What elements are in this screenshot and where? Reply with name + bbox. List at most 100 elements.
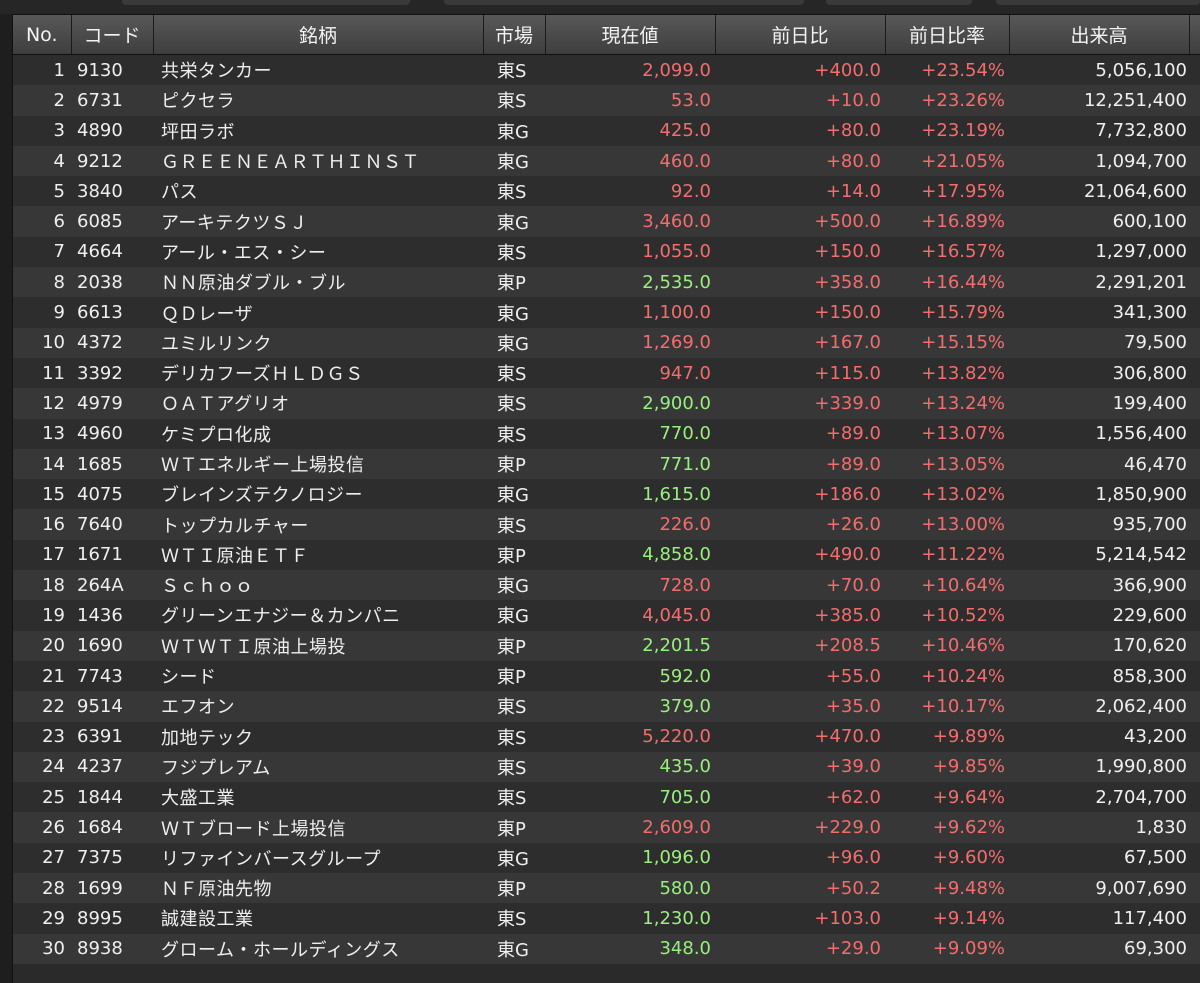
table-row[interactable]: 16 7640 トップカルチャー 東S 226.0 +26.0 +13.00% 935,700 bbox=[13, 509, 1200, 540]
cell-spacer bbox=[1189, 509, 1200, 540]
table-row[interactable]: 9 6613 ＱＤレーザ 東G 1,100.0 +150.0 +15.79% 341,300 bbox=[13, 297, 1200, 328]
table-row[interactable]: 14 1685 ＷＴエネルギー上場投信 東P 771.0 +89.0 +13.05% 46,4… bbox=[13, 448, 1200, 480]
table-row[interactable]: 2 6731 ピクセラ 東S 53.0 +10.0 +23.26% 12,251,400 bbox=[13, 85, 1200, 116]
cell-change-pct: +16.89% bbox=[885, 206, 1009, 237]
cell-market: 東G bbox=[483, 570, 545, 601]
table-row[interactable]: 5 3840 パス 東S 92.0 +14.0 +17.95% 21,064,600 bbox=[13, 176, 1200, 207]
cell-volume: 341,300 bbox=[1009, 297, 1189, 328]
cell-market: 東G bbox=[483, 479, 545, 510]
cell-price: 348.0 bbox=[545, 933, 715, 964]
cell-spacer bbox=[1189, 539, 1200, 571]
cell-market: 東S bbox=[483, 85, 545, 116]
table-row[interactable]: 18 264A Ｓｃｈｏｏ 東G 728.0 +70.0 +10.64% 366,900 bbox=[13, 570, 1200, 601]
cell-change: +14.0 bbox=[715, 176, 885, 207]
header-change[interactable]: 前日比 bbox=[715, 15, 886, 55]
cell-change: +39.0 bbox=[715, 751, 885, 783]
table-row[interactable]: 20 1690 ＷＴＷＴＩ原油上場投 東P 2,201.5 +208.5 +10.46% 17… bbox=[13, 630, 1200, 661]
cell-change: +470.0 bbox=[715, 721, 885, 752]
table-row[interactable]: 21 7743 シード 東P 592.0 +55.0 +10.24% 858,300 bbox=[13, 660, 1200, 692]
cell-no: 11 bbox=[13, 357, 71, 389]
cell-name: 共栄タンカー bbox=[153, 54, 483, 86]
toolbar-tab[interactable] bbox=[444, 0, 804, 5]
cell-code: 2038 bbox=[71, 267, 153, 298]
table-row[interactable]: 24 4237 フジプレアム 東S 435.0 +39.0 +9.85% 1,990,800 bbox=[13, 751, 1200, 783]
cell-name: ケミプロ化成 bbox=[153, 418, 483, 449]
header-code[interactable]: コード bbox=[71, 15, 154, 55]
table-row[interactable]: 28 1699 ＮＦ原油先物 東P 580.0 +50.2 +9.48% 9,007,690 bbox=[13, 873, 1200, 904]
cell-code: 1699 bbox=[71, 873, 153, 904]
cell-price: 1,615.0 bbox=[545, 479, 715, 510]
cell-name: シード bbox=[153, 660, 483, 692]
header-volume[interactable]: 出来高 bbox=[1009, 15, 1190, 55]
header-no[interactable]: No. bbox=[13, 15, 72, 55]
table-row[interactable]: 13 4960 ケミプロ化成 東S 770.0 +89.0 +13.07% 1,556,400 bbox=[13, 418, 1200, 449]
table-row[interactable]: 15 4075 ブレインズテクノロジー 東G 1,615.0 +186.0 +13.02% 1… bbox=[13, 479, 1200, 510]
table-row[interactable]: 4 9212 ＧＲＥＥＮＥＡＲＴＨＩＮＳＴ 東G 460.0 +80.0 +21.05% 1,… bbox=[13, 145, 1200, 177]
header-price[interactable]: 現在値 bbox=[545, 15, 716, 55]
cell-price: 947.0 bbox=[545, 357, 715, 389]
cell-no: 20 bbox=[13, 630, 71, 661]
cell-name: ＮＦ原油先物 bbox=[153, 873, 483, 904]
toolbar-tab[interactable] bbox=[996, 0, 1200, 5]
table-row[interactable]: 10 4372 ユミルリンク 東G 1,269.0 +167.0 +15.15% 79,500 bbox=[13, 327, 1200, 358]
cell-market: 東G bbox=[483, 297, 545, 328]
cell-code: 7640 bbox=[71, 509, 153, 540]
cell-code: 7743 bbox=[71, 660, 153, 692]
cell-no: 5 bbox=[13, 176, 71, 207]
cell-spacer bbox=[1189, 388, 1200, 419]
cell-spacer bbox=[1189, 903, 1200, 934]
toolbar-tab[interactable] bbox=[826, 0, 972, 5]
cell-change: +229.0 bbox=[715, 812, 885, 843]
cell-market: 東G bbox=[483, 145, 545, 177]
toolbar-tab[interactable] bbox=[122, 0, 410, 5]
cell-volume: 1,830 bbox=[1009, 812, 1189, 843]
cell-price: 592.0 bbox=[545, 660, 715, 692]
cell-name: グリーンエナジー＆カンパニ bbox=[153, 600, 483, 631]
header-change-pct[interactable]: 前日比率 bbox=[885, 15, 1010, 55]
cell-market: 東G bbox=[483, 933, 545, 964]
cell-change-pct: +15.79% bbox=[885, 297, 1009, 328]
header-market[interactable]: 市場 bbox=[483, 15, 546, 55]
table-row[interactable]: 26 1684 ＷＴブロード上場投信 東P 2,609.0 +229.0 +9.62% 1,8… bbox=[13, 812, 1200, 843]
cell-market: 東G bbox=[483, 600, 545, 631]
cell-no: 10 bbox=[13, 327, 71, 358]
cell-code: 3392 bbox=[71, 357, 153, 389]
table-row[interactable]: 6 6085 アーキテクツＳＪ 東G 3,460.0 +500.0 +16.89% 600,1… bbox=[13, 206, 1200, 237]
table-row[interactable]: 27 7375 リファインバースグループ 東G 1,096.0 +96.0 +9.60% 67… bbox=[13, 842, 1200, 874]
cell-market: 東P bbox=[483, 539, 545, 571]
cell-price: 2,609.0 bbox=[545, 812, 715, 843]
cell-no: 21 bbox=[13, 660, 71, 692]
table-row[interactable]: 19 1436 グリーンエナジー＆カンパニ 東G 4,045.0 +385.0 +10.52… bbox=[13, 600, 1200, 631]
cell-change-pct: +9.09% bbox=[885, 933, 1009, 964]
cell-market: 東P bbox=[483, 630, 545, 661]
cell-change: +208.5 bbox=[715, 630, 885, 661]
header-name[interactable]: 銘柄 bbox=[153, 15, 484, 55]
cell-volume: 9,007,690 bbox=[1009, 873, 1189, 904]
cell-code: 6731 bbox=[71, 85, 153, 116]
table-row[interactable]: 17 1671 ＷＴＩ原油ＥＴＦ 東P 4,858.0 +490.0 +11.22% 5,21… bbox=[13, 539, 1200, 571]
cell-spacer bbox=[1189, 933, 1200, 964]
table-row[interactable]: 12 4979 ＯＡＴアグリオ 東S 2,900.0 +339.0 +13.24% 199,4… bbox=[13, 388, 1200, 419]
table-row[interactable]: 7 4664 アール・エス・シー 東S 1,055.0 +150.0 +16.57% 1,29… bbox=[13, 236, 1200, 268]
cell-name: 坪田ラボ bbox=[153, 115, 483, 146]
cell-market: 東G bbox=[483, 206, 545, 237]
cell-no: 14 bbox=[13, 448, 71, 480]
table-row[interactable]: 25 1844 大盛工業 東S 705.0 +62.0 +9.64% 2,704,700 bbox=[13, 782, 1200, 813]
table-row[interactable]: 11 3392 デリカフーズＨＬＤＧＳ 東S 947.0 +115.0 +13.82% 306… bbox=[13, 357, 1200, 389]
cell-change-pct: +9.85% bbox=[885, 751, 1009, 783]
table-row[interactable]: 8 2038 ＮＮ原油ダブル・ブル 東P 2,535.0 +358.0 +16.44% 2,2… bbox=[13, 267, 1200, 298]
table-row[interactable]: 29 8995 誠建設工業 東S 1,230.0 +103.0 +9.14% 117,400 bbox=[13, 903, 1200, 934]
cell-change: +490.0 bbox=[715, 539, 885, 571]
table-row[interactable]: 3 4890 坪田ラボ 東G 425.0 +80.0 +23.19% 7,732,800 bbox=[13, 115, 1200, 146]
cell-no: 15 bbox=[13, 479, 71, 510]
cell-price: 1,230.0 bbox=[545, 903, 715, 934]
table-row[interactable]: 1 9130 共栄タンカー 東S 2,099.0 +400.0 +23.54% 5,056,1… bbox=[13, 54, 1200, 86]
cell-change: +400.0 bbox=[715, 54, 885, 86]
cell-price: 4,045.0 bbox=[545, 600, 715, 631]
table-row[interactable]: 30 8938 グローム・ホールディングス 東G 348.0 +29.0 +9.09% 69,… bbox=[13, 933, 1200, 964]
table-row[interactable]: 22 9514 エフオン 東S 379.0 +35.0 +10.17% 2,062,400 bbox=[13, 691, 1200, 722]
table-row[interactable]: 23 6391 加地テック 東S 5,220.0 +470.0 +9.89% 43,200 bbox=[13, 721, 1200, 752]
cell-code: 6613 bbox=[71, 297, 153, 328]
cell-no: 13 bbox=[13, 418, 71, 449]
cell-volume: 170,620 bbox=[1009, 630, 1189, 661]
